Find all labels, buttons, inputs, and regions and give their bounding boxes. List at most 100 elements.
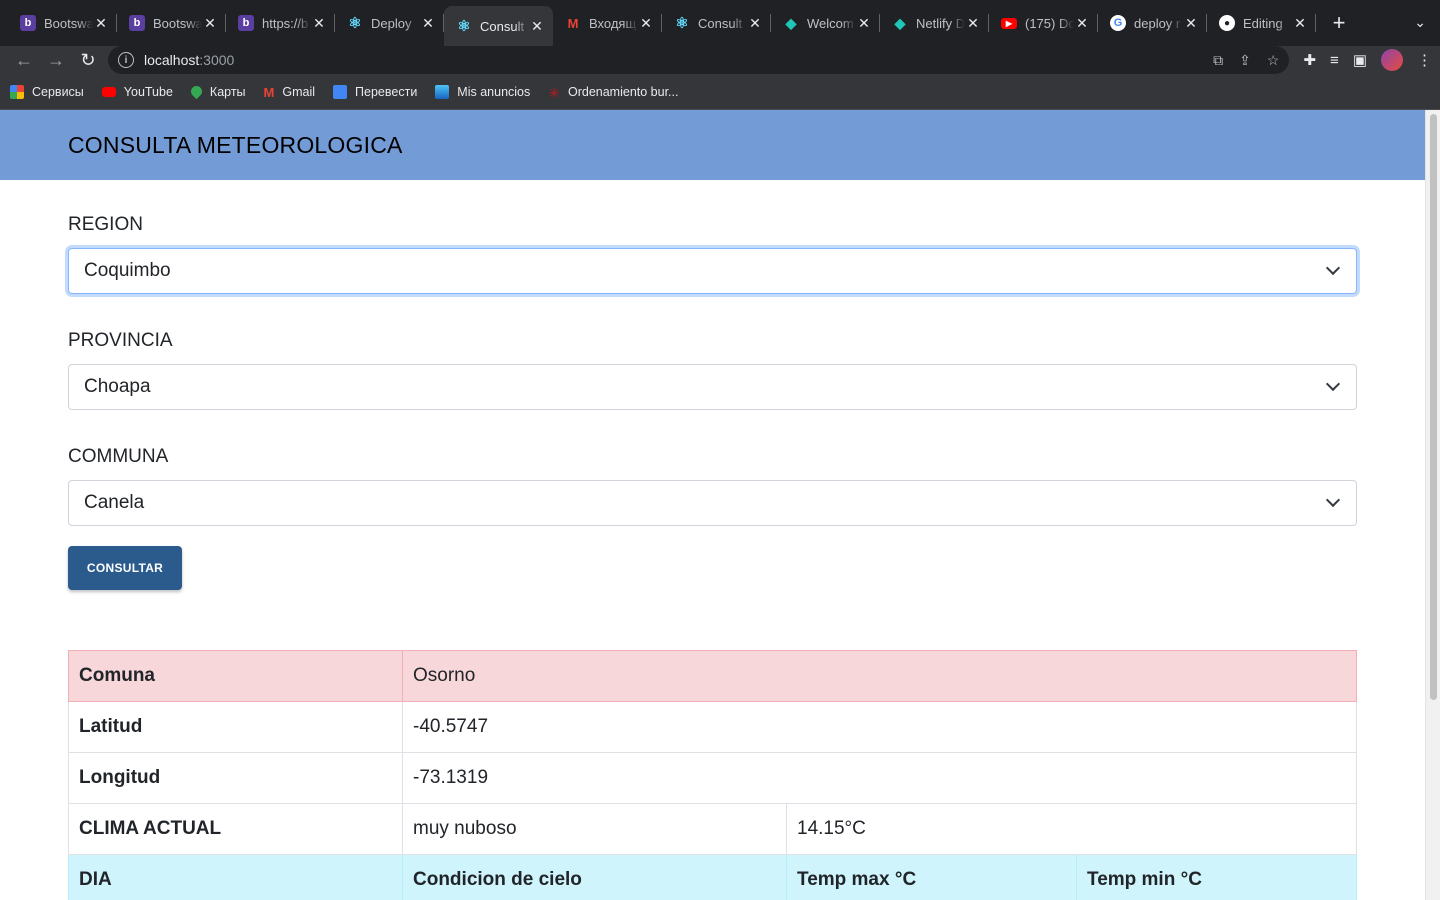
chevron-down-icon — [1325, 260, 1341, 276]
tab-search-icon[interactable]: ⌄ — [1414, 14, 1426, 31]
forecast-header-cell: Condicion de cielo — [402, 854, 787, 900]
page-title: CONSULTA METEOROLOGICA — [68, 131, 403, 158]
browser-tab[interactable]: ▶ (175) Dc ✕ — [989, 4, 1098, 42]
close-icon[interactable]: ✕ — [1183, 15, 1199, 32]
browser-tab[interactable]: b Bootswa ✕ — [8, 4, 117, 42]
bootstrap-icon: b — [129, 15, 145, 31]
maps-pin-icon — [188, 83, 205, 100]
comuna-select[interactable]: Canela — [68, 480, 1357, 526]
browser-tab[interactable]: Gdeploy r ✕ — [1098, 4, 1207, 42]
bookmark-item[interactable]: Mis anuncios — [435, 84, 531, 99]
browser-tab[interactable]: ● Editing ✕ — [1207, 4, 1316, 42]
comuna-header-cell: Comuna — [68, 650, 403, 702]
browser-tab[interactable]: ⚛ Consult ✕ — [662, 4, 771, 42]
table-row: Comuna Osorno — [68, 650, 1357, 702]
netlify-icon: ◆ — [894, 14, 906, 31]
tab-title: Netlify D — [916, 15, 965, 31]
provincia-label: PROVINCIA — [68, 330, 173, 351]
bookmark-item[interactable]: M Gmail — [263, 84, 316, 100]
translate-icon[interactable]: ⧉ — [1213, 52, 1223, 69]
tab-title: Bootswa — [44, 15, 93, 31]
forecast-header-cell: DIA — [68, 854, 403, 900]
browser-tab-bar: b Bootswa ✕ b Bootswa ✕ b https://b ✕ ⚛ Deploy ✕… — [0, 0, 1440, 46]
bookmark-item[interactable]: ✳ Ordenamiento bur... — [548, 84, 679, 101]
side-panel-icon[interactable]: ▣ — [1353, 51, 1367, 69]
chevron-down-icon — [1325, 492, 1341, 508]
translate-icon — [333, 84, 348, 99]
bookmarks-bar: Сервисы YouTube Карты M Gmail Перевести M… — [0, 74, 1440, 110]
close-icon[interactable]: ✕ — [202, 15, 218, 32]
forward-icon[interactable]: → — [40, 46, 72, 74]
ads-icon — [435, 84, 450, 99]
youtube-icon: ▶ — [1001, 17, 1017, 29]
react-icon: ⚛ — [348, 15, 362, 32]
close-icon[interactable]: ✕ — [420, 15, 436, 32]
react-icon: ⚛ — [457, 18, 471, 35]
tab-title: (175) Dc — [1025, 15, 1074, 31]
extensions-icon[interactable]: ✚ — [1303, 51, 1316, 69]
chevron-down-icon — [1325, 376, 1341, 392]
reload-icon[interactable]: ↻ — [72, 46, 104, 74]
google-icon: G — [1110, 15, 1126, 31]
menu-icon[interactable]: ⋮ — [1417, 51, 1432, 69]
browser-tab-active[interactable]: ⚛ Consult ✕ — [444, 6, 553, 46]
comuna-value-cell: Osorno — [402, 650, 1357, 702]
star-icon[interactable]: ☆ — [1267, 52, 1280, 69]
browser-tab[interactable]: ◆ Netlify D ✕ — [880, 4, 989, 42]
close-icon[interactable]: ✕ — [93, 15, 109, 32]
tab-title: Входящ — [589, 15, 637, 31]
close-icon[interactable]: ✕ — [856, 15, 872, 32]
browser-tab[interactable]: M Входящ ✕ — [553, 4, 662, 42]
share-icon[interactable]: ⇪ — [1239, 52, 1251, 69]
page-scrollbar[interactable] — [1425, 110, 1440, 900]
bookmark-label: Gmail — [282, 84, 316, 99]
bookmark-item[interactable]: YouTube — [101, 85, 173, 99]
close-icon[interactable]: ✕ — [1074, 15, 1090, 32]
bookmark-label: Mis anuncios — [457, 84, 531, 99]
provincia-value: Choapa — [84, 376, 151, 397]
clima-temp-cell: 14.15°C — [786, 803, 1357, 855]
provincia-select[interactable]: Choapa — [68, 364, 1357, 410]
region-select[interactable]: Coquimbo — [68, 248, 1357, 294]
reading-list-icon[interactable]: ≡ — [1330, 52, 1339, 69]
close-icon[interactable]: ✕ — [1292, 15, 1308, 32]
bookmark-item[interactable]: Карты — [188, 83, 246, 100]
browser-tab[interactable]: b Bootswa ✕ — [117, 4, 226, 42]
avatar[interactable] — [1381, 49, 1403, 71]
bookmark-item[interactable]: Сервисы — [10, 84, 84, 99]
back-icon[interactable]: ← — [8, 46, 40, 74]
close-icon[interactable]: ✕ — [529, 18, 545, 35]
tab-title: Consult — [698, 15, 743, 31]
browser-tab[interactable]: b https://b ✕ — [226, 4, 335, 42]
weather-result-table: Comuna Osorno Latitud -40.5747 Longitud … — [68, 650, 1357, 900]
close-icon[interactable]: ✕ — [747, 15, 763, 32]
bookmark-label: Сервисы — [32, 84, 84, 99]
forecast-header-row: DIA Condicion de cielo Temp max °C Temp … — [68, 854, 1357, 900]
close-icon[interactable]: ✕ — [638, 15, 654, 32]
bookmark-label: Ordenamiento bur... — [567, 84, 679, 99]
new-tab-button[interactable]: + — [1324, 4, 1354, 42]
clima-header-cell: CLIMA ACTUAL — [68, 803, 403, 855]
github-icon: ● — [1219, 15, 1235, 31]
browser-tab[interactable]: ◆ Welcom ✕ — [771, 4, 880, 42]
tab-title: Bootswa — [153, 15, 202, 31]
page-viewport: CONSULTA METEOROLOGICA REGION Coquimbo P… — [0, 110, 1440, 900]
close-icon[interactable]: ✕ — [965, 15, 981, 32]
info-icon[interactable]: i — [118, 52, 134, 68]
tab-title: Consult — [480, 18, 525, 34]
close-icon[interactable]: ✕ — [311, 15, 327, 32]
clima-desc-cell: muy nuboso — [402, 803, 787, 855]
comuna-label: COMMUNA — [68, 446, 169, 467]
site-icon: ✳ — [548, 84, 560, 101]
latitud-header-cell: Latitud — [68, 701, 403, 753]
longitud-header-cell: Longitud — [68, 752, 403, 804]
consultar-button[interactable]: CONSULTAR — [68, 546, 182, 590]
scrollbar-thumb[interactable] — [1430, 114, 1437, 700]
tab-title: deploy r — [1134, 15, 1181, 31]
apps-grid-icon — [10, 84, 24, 99]
form-container: REGION Coquimbo PROVINCIA Choapa COMMUNA… — [0, 214, 1440, 900]
bookmark-item[interactable]: Перевести — [333, 84, 417, 99]
gmail-icon: M — [263, 84, 275, 100]
browser-tab[interactable]: ⚛ Deploy ✕ — [335, 4, 444, 42]
address-bar[interactable]: i localhost:3000 ⧉ ⇪ ☆ — [108, 46, 1290, 74]
